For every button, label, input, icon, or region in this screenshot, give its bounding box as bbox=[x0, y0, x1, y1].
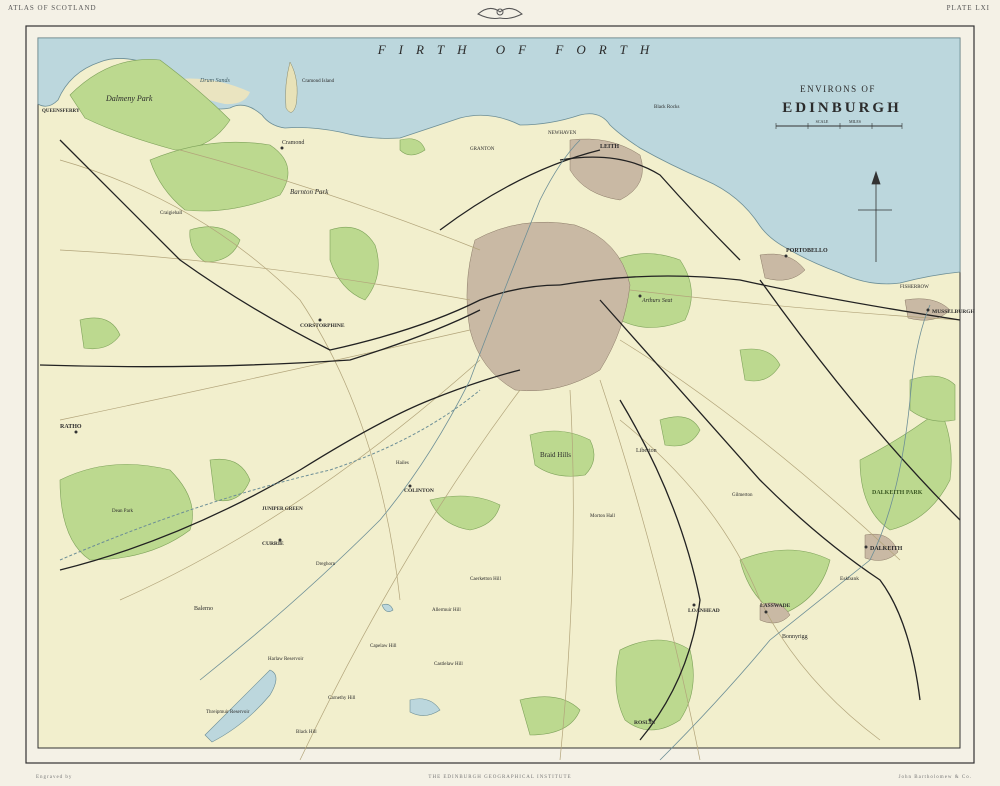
label-queensferry: QUEENSFERRY bbox=[42, 109, 80, 114]
label-dean-park: Dean Park bbox=[112, 509, 133, 514]
title-line2: EDINBURGH bbox=[782, 100, 902, 116]
label-craigiehall: Craigiehall bbox=[160, 211, 183, 216]
label-cramond: Cramond bbox=[282, 140, 304, 146]
label-hailes: Hailes bbox=[396, 461, 409, 466]
label-black-hill: Black Hill bbox=[296, 730, 317, 735]
label-dalkeith-park: DALKEITH PARK bbox=[872, 490, 923, 496]
label-dalmeny-park: Dalmeny Park bbox=[105, 94, 153, 103]
label-newhaven: NEWHAVEN bbox=[548, 131, 577, 136]
scale-label-right: MILES bbox=[849, 119, 861, 124]
footer-publisher: THE EDINBURGH GEOGRAPHICAL INSTITUTE bbox=[428, 775, 572, 780]
label-bonnyrigg: Bonnyrigg bbox=[782, 634, 808, 640]
east-woods bbox=[909, 375, 956, 422]
label-corstorphine: CORSTORPHINE bbox=[300, 323, 345, 329]
label-mortonhall: Morton Hall bbox=[590, 514, 615, 519]
label-harlaw: Harlaw Reservoir bbox=[268, 657, 304, 662]
label-drum-sands: Drum Sands bbox=[199, 78, 231, 84]
label-threipmuir: Threipmuir Reservoir bbox=[206, 710, 250, 715]
label-currie: CURRIE bbox=[262, 541, 284, 547]
label-castlelaw: Castlelaw Hill bbox=[434, 662, 463, 667]
label-liberton: Liberton bbox=[636, 448, 657, 454]
publisher-emblem-icon bbox=[477, 8, 523, 19]
label-arthurs-seat: Arthurs Seat bbox=[641, 298, 673, 304]
label-eskbank: Eskbank bbox=[840, 576, 859, 582]
map-canvas: ENVIRONS OF EDINBURGH SCALE MILES FIRTH … bbox=[25, 8, 976, 764]
label-colinton: COLINTON bbox=[404, 488, 434, 494]
label-braid-hills: Braid Hills bbox=[540, 451, 571, 459]
roslin-glen-woods bbox=[615, 639, 694, 731]
label-black-rocks: Black Rocks bbox=[654, 105, 679, 110]
label-juniper-green: JUNIPER GREEN bbox=[262, 507, 303, 512]
label-allermuir: Allermuir Hill bbox=[432, 608, 461, 613]
label-dreghorn: Dreghorn bbox=[316, 562, 336, 567]
label-caerketton: Caerketton Hill bbox=[470, 577, 502, 582]
scale-label-left: SCALE bbox=[816, 119, 829, 124]
label-lasswade: LASSWADE bbox=[760, 603, 791, 609]
label-roslin: ROSLIN bbox=[634, 720, 655, 726]
label-cramond-island: Cramond Island bbox=[302, 79, 335, 84]
label-barnton-park: Barnton Park bbox=[290, 188, 329, 196]
footer-printer: John Bartholomew & Co. bbox=[898, 775, 972, 780]
sea-label: FIRTH OF FORTH bbox=[377, 42, 663, 57]
label-carnethy: Carnethy Hill bbox=[328, 696, 356, 701]
label-ratho: RATHO bbox=[60, 424, 82, 430]
label-capelaw: Capelaw Hill bbox=[370, 644, 397, 649]
title-line1: ENVIRONS OF bbox=[800, 84, 876, 94]
label-balerno: Balerno bbox=[194, 606, 213, 612]
label-leith: LEITH bbox=[600, 144, 619, 150]
label-portobello: PORTOBELLO bbox=[786, 248, 828, 254]
label-musselburgh: MUSSELBURGH bbox=[932, 309, 976, 315]
label-granton: GRANTON bbox=[470, 147, 495, 152]
label-gilmerton: Gilmerton bbox=[732, 493, 753, 498]
label-dalkeith: DALKEITH bbox=[870, 546, 903, 552]
label-fisherrow: FISHERROW bbox=[900, 285, 929, 290]
label-loanhead: LOANHEAD bbox=[688, 608, 720, 614]
